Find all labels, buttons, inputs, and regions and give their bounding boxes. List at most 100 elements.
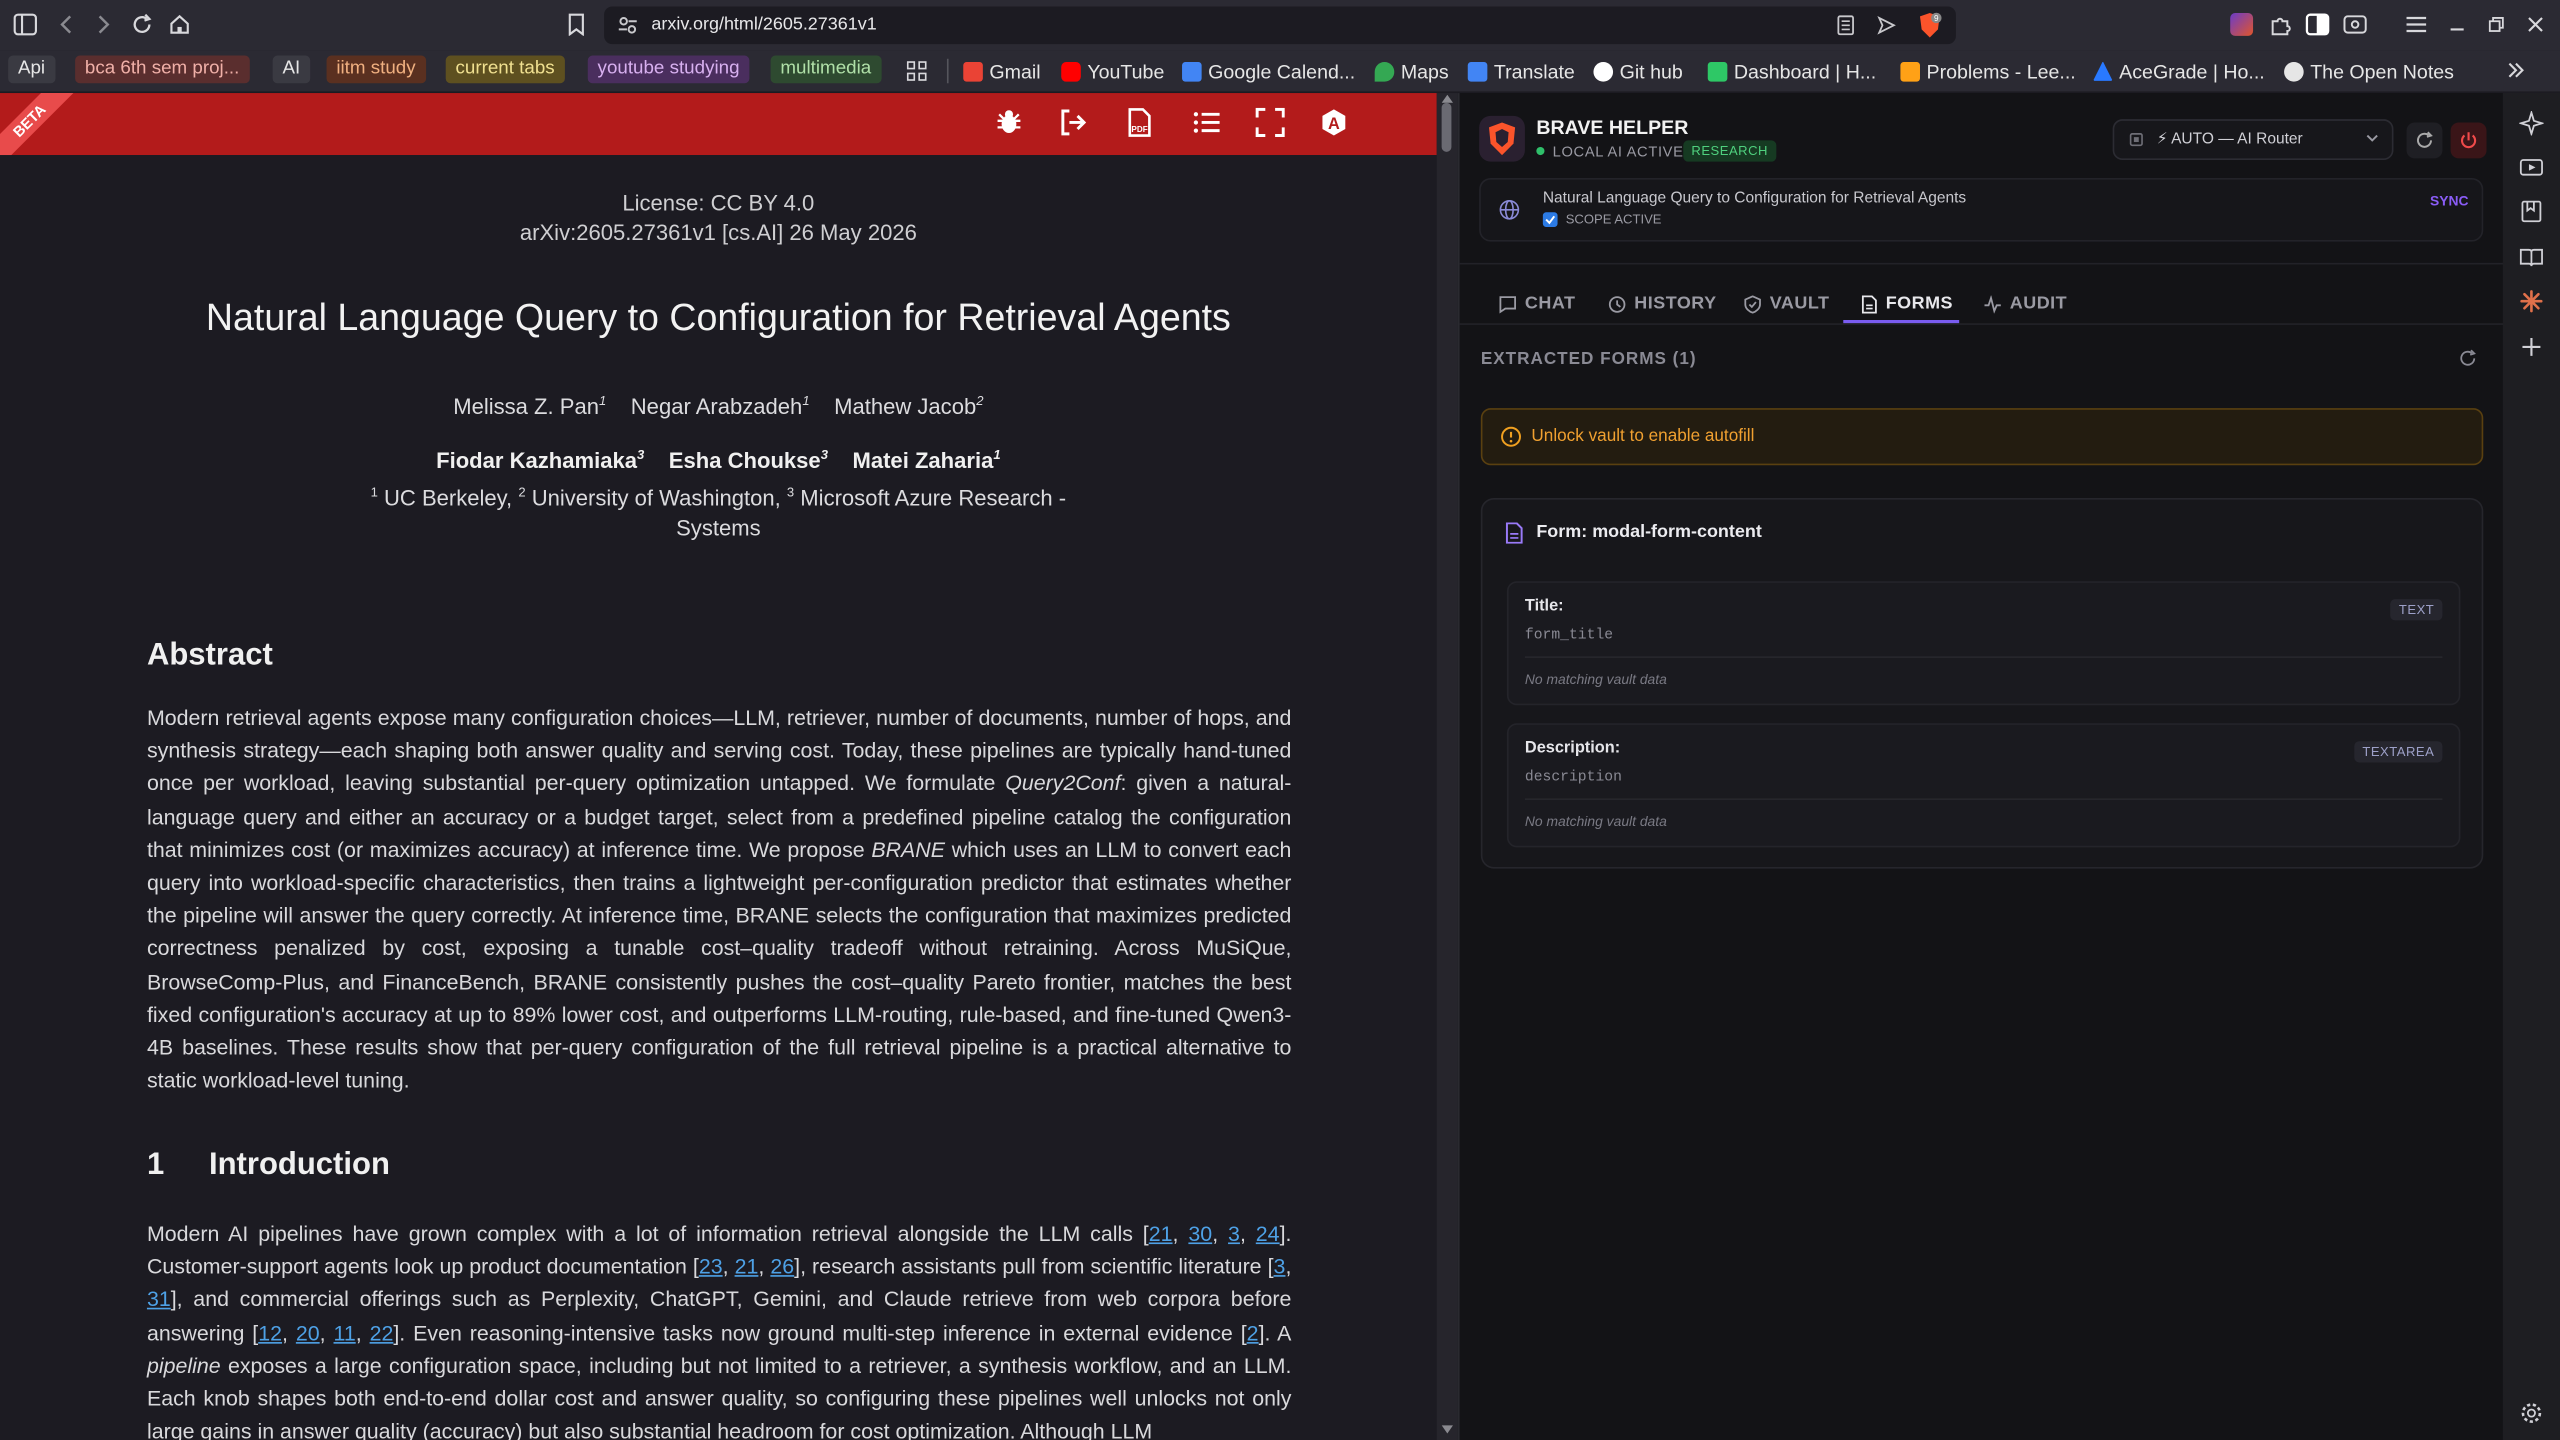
bookmark-open-notes[interactable]: The Open Notes xyxy=(2284,57,2454,85)
paper-title: Natural Language Query to Configuration … xyxy=(205,295,1231,338)
bookmark-folder-iitm[interactable]: iitm study xyxy=(326,55,426,84)
reload-icon[interactable] xyxy=(129,11,155,37)
bookmark-folder-youtube-studying[interactable]: youtube studying xyxy=(587,55,750,84)
citation-link[interactable]: 22 xyxy=(370,1320,394,1344)
affiliations: 1 UC Berkeley, 2 University of Washingto… xyxy=(370,484,1067,511)
table-of-contents-icon[interactable] xyxy=(1192,108,1221,137)
wallet-icon[interactable] xyxy=(2341,11,2367,37)
home-icon[interactable] xyxy=(167,11,193,37)
leo-ai-icon[interactable] xyxy=(2519,111,2544,136)
author-affil: 1 xyxy=(993,447,1001,463)
citation-link[interactable]: 20 xyxy=(296,1320,320,1344)
power-icon[interactable] xyxy=(2450,122,2487,159)
router-select[interactable]: ⚡ AUTO — AI Router xyxy=(2112,119,2394,160)
menu-icon[interactable] xyxy=(2403,11,2429,37)
share-icon[interactable] xyxy=(1876,15,1897,36)
citation-link[interactable]: 2 xyxy=(1247,1320,1259,1344)
form-field[interactable]: Title: TEXT form_title No matching vault… xyxy=(1506,581,2461,706)
citation-link[interactable]: 11 xyxy=(334,1320,356,1344)
citation-link[interactable]: 23 xyxy=(699,1254,723,1278)
bookmarks-bar: Api bca 6th sem proj... AI iitm study cu… xyxy=(0,50,2560,92)
citation-link[interactable]: 21 xyxy=(735,1254,759,1278)
brave-shields-icon[interactable]: 9 xyxy=(1917,11,1943,39)
article-scrollbar[interactable] xyxy=(1436,93,1458,1440)
bookmark-maps[interactable]: Maps xyxy=(1374,57,1449,85)
claude-icon[interactable] xyxy=(2519,289,2543,313)
forward-icon[interactable] xyxy=(90,11,116,37)
bookmark-hackerrank[interactable]: Dashboard | H... xyxy=(1707,57,1876,85)
tab-history[interactable]: HISTORY xyxy=(1608,286,1716,322)
bookmark-gmail[interactable]: Gmail xyxy=(963,57,1041,85)
scope-card: Natural Language Query to Configuration … xyxy=(1479,177,2484,242)
maps-icon xyxy=(1374,61,1395,81)
settings-gear-icon[interactable] xyxy=(2519,1401,2543,1425)
citation-link[interactable]: 21 xyxy=(1149,1221,1173,1245)
bookmarks-icon[interactable] xyxy=(2519,199,2543,223)
citation-link[interactable]: 3 xyxy=(1274,1254,1286,1278)
download-pdf-icon[interactable]: PDF xyxy=(1125,108,1154,137)
form-field[interactable]: Description: TEXTAREA description No mat… xyxy=(1506,723,2461,848)
tab-vault[interactable]: VAULT xyxy=(1744,286,1830,322)
tab-forms[interactable]: FORMS xyxy=(1861,286,1953,322)
reader-mode-icon[interactable] xyxy=(1837,15,1855,36)
bookmark-translate[interactable]: Translate xyxy=(1467,57,1575,85)
hackerrank-icon xyxy=(1707,61,1728,81)
vault-warning: Unlock vault to enable autofill xyxy=(1480,408,2484,466)
apps-grid-icon[interactable] xyxy=(906,60,927,81)
bookmark-github[interactable]: Git hub xyxy=(1593,57,1683,85)
reading-list-icon[interactable] xyxy=(2519,245,2543,269)
bookmark-folder-ai[interactable]: AI xyxy=(272,55,310,84)
research-badge: RESEARCH xyxy=(1683,140,1777,162)
extension-icon[interactable] xyxy=(2230,13,2254,36)
bookmark-folder-api[interactable]: Api xyxy=(8,55,55,84)
panel-title: BRAVE HELPER xyxy=(1536,115,1689,139)
sync-button[interactable]: SYNC xyxy=(2430,193,2469,209)
bookmark-youtube[interactable]: YouTube xyxy=(1061,57,1164,85)
fullscreen-icon[interactable] xyxy=(1255,107,1285,137)
extensions-puzzle-icon[interactable] xyxy=(2268,11,2294,37)
citation-link[interactable]: 12 xyxy=(258,1320,282,1344)
address-bar[interactable]: arxiv.org/html/2605.27361v1 9 xyxy=(604,6,1956,45)
back-icon[interactable] xyxy=(54,11,80,37)
citation-link[interactable]: 26 xyxy=(770,1254,794,1278)
site-settings-icon[interactable] xyxy=(617,15,638,36)
intro-section-number: 1 xyxy=(146,1147,165,1183)
extracted-forms-title: EXTRACTED FORMS (1) xyxy=(1480,349,1697,369)
tab-chat[interactable]: CHAT xyxy=(1499,286,1576,322)
svg-text:9: 9 xyxy=(1934,14,1939,23)
more-bookmarks-icon[interactable] xyxy=(2506,60,2526,80)
citation-link[interactable]: 3 xyxy=(1228,1221,1240,1245)
media-icon[interactable] xyxy=(2519,155,2543,179)
tab-audit[interactable]: AUDIT xyxy=(1984,286,2067,322)
bookmark-leetcode[interactable]: Problems - Lee... xyxy=(1900,57,2076,85)
bookmark-folder-multimedia[interactable]: multimedia xyxy=(770,55,881,84)
author-affil: 1 xyxy=(802,393,810,409)
refresh-icon[interactable] xyxy=(2406,122,2443,159)
back-to-abstract-icon[interactable] xyxy=(1058,108,1087,137)
citation-link[interactable]: 30 xyxy=(1188,1221,1212,1245)
scrollbar-thumb[interactable] xyxy=(1441,102,1452,152)
report-bug-icon[interactable] xyxy=(994,108,1023,137)
bookmark-star-icon[interactable] xyxy=(563,11,589,37)
scroll-up-icon[interactable] xyxy=(1441,94,1454,103)
scope-checkbox[interactable] xyxy=(1542,212,1558,227)
close-window-icon[interactable] xyxy=(2522,11,2548,37)
minimize-icon[interactable] xyxy=(2444,11,2470,37)
bookmark-google-calendar[interactable]: Google Calend... xyxy=(1182,57,1355,85)
sidebar-toggle-icon[interactable] xyxy=(11,11,37,37)
accessibility-icon[interactable]: A xyxy=(1319,108,1348,137)
citation-link[interactable]: 24 xyxy=(1256,1221,1280,1245)
citation-link[interactable]: 31 xyxy=(147,1287,171,1311)
bookmark-acegrade[interactable]: AceGrade | Ho... xyxy=(2093,57,2265,85)
chat-icon xyxy=(1499,295,1517,313)
sidebar-panel-icon[interactable] xyxy=(2304,11,2330,37)
bookmark-folder-current-tabs[interactable]: current tabs xyxy=(445,55,565,84)
arxiv-id: arXiv:2605.27361v1 [cs.AI] 26 May 2026 xyxy=(519,220,917,245)
bookmark-folder-bca[interactable]: bca 6th sem proj... xyxy=(75,55,250,84)
add-icon[interactable] xyxy=(2519,335,2543,359)
restore-icon[interactable] xyxy=(2483,11,2509,37)
refresh-forms-icon[interactable] xyxy=(2459,349,2477,367)
beta-ribbon: BETA xyxy=(0,93,84,156)
scroll-down-icon[interactable] xyxy=(1441,1425,1454,1434)
browser-right-sidebar xyxy=(2502,93,2560,1440)
